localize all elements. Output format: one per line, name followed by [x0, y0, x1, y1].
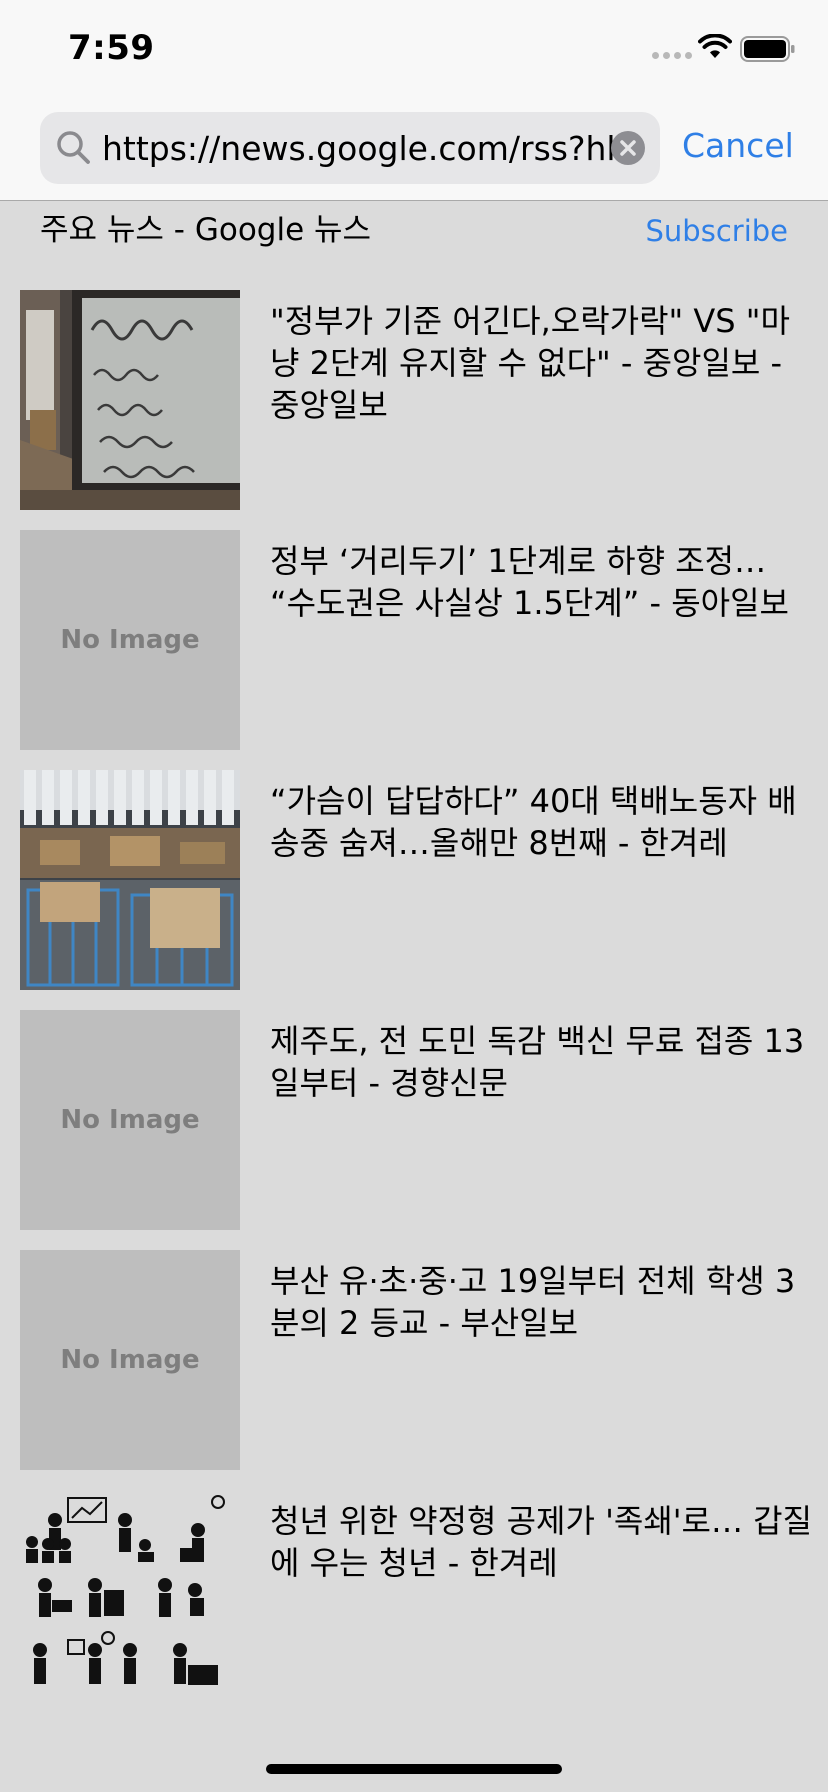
cafe-window-sign-photo [20, 290, 240, 510]
office-stress-pictograms [20, 1490, 240, 1710]
article-headline: 청년 위한 약정형 공제가 '족쇄'로… 갑질에 우는 청년 - 한겨레 [270, 1502, 813, 1582]
cellular-signal-icon [652, 52, 692, 59]
feed-header: 주요 뉴스 - Google 뉴스 Subscribe [0, 200, 828, 260]
news-item[interactable]: “가슴이 답답하다” 40대 택배노동자 배송중 숨져…올해만 8번째 - 한겨… [0, 768, 828, 1008]
article-headline: 부산 유·초·중·고 19일부터 전체 학생 3분의 2 등교 - 부산일보 [270, 1262, 796, 1342]
no-image-placeholder: No Image [20, 1010, 240, 1230]
url-search-input[interactable] [102, 112, 622, 184]
no-image-placeholder: No Image [20, 530, 240, 750]
news-list: "정부가 기준 어긴다,오락가락" VS "마냥 2단계 유지할 수 없다" -… [0, 288, 828, 1728]
subscribe-button[interactable]: Subscribe [646, 212, 788, 250]
battery-icon [740, 36, 795, 62]
home-indicator[interactable] [266, 1764, 562, 1774]
cancel-button[interactable]: Cancel [682, 122, 794, 170]
navigation-header: 7:59 Cancel [0, 0, 828, 201]
news-item[interactable]: No Image 정부 ‘거리두기’ 1단계로 하향 조정… “수도권은 사실상… [0, 528, 828, 768]
article-headline: 제주도, 전 도민 독감 백신 무료 접종 13일부터 - 경향신문 [270, 1022, 805, 1102]
article-headline: 정부 ‘거리두기’ 1단계로 하향 조정… “수도권은 사실상 1.5단계” -… [270, 542, 790, 622]
search-icon [57, 131, 90, 164]
article-headline: "정부가 기준 어긴다,오락가락" VS "마냥 2단계 유지할 수 없다" -… [270, 302, 790, 424]
news-item[interactable]: 청년 위한 약정형 공제가 '족쇄'로… 갑질에 우는 청년 - 한겨레 [0, 1488, 828, 1728]
close-icon [620, 140, 636, 156]
news-item[interactable]: No Image 제주도, 전 도민 독감 백신 무료 접종 13일부터 - 경… [0, 1008, 828, 1248]
article-thumbnail [20, 1490, 240, 1710]
clear-text-button[interactable] [611, 131, 645, 165]
news-item[interactable]: No Image 부산 유·초·중·고 19일부터 전체 학생 3분의 2 등교… [0, 1248, 828, 1488]
no-image-placeholder: No Image [20, 1250, 240, 1470]
status-bar: 7:59 [0, 0, 828, 100]
parcel-warehouse-photo [20, 770, 240, 990]
feed-title: 주요 뉴스 - Google 뉴스 [40, 212, 372, 248]
article-thumbnail [20, 290, 240, 510]
news-item[interactable]: "정부가 기준 어긴다,오락가락" VS "마냥 2단계 유지할 수 없다" -… [0, 288, 828, 528]
search-field[interactable] [40, 112, 660, 184]
article-thumbnail [20, 770, 240, 990]
article-headline: “가슴이 답답하다” 40대 택배노동자 배송중 숨져…올해만 8번째 - 한겨… [270, 782, 797, 862]
wifi-icon [698, 34, 732, 58]
status-time: 7:59 [68, 28, 155, 68]
